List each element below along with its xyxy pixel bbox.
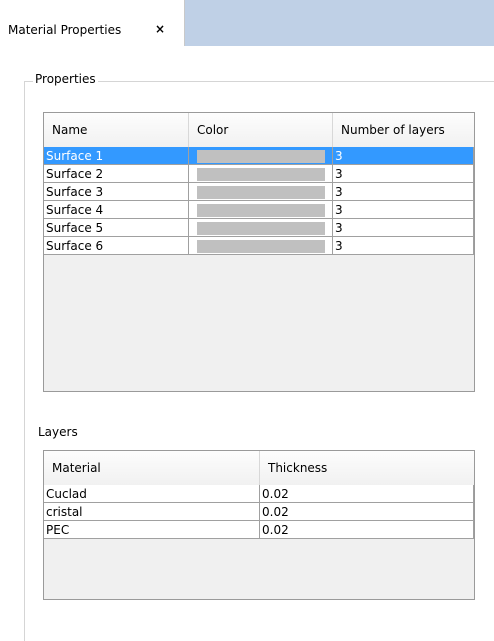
column-header-color[interactable]: Color	[189, 113, 333, 147]
surface-name-cell[interactable]: Surface 6	[44, 237, 189, 255]
table-row[interactable]: PEC 0.02	[44, 521, 474, 539]
material-cell[interactable]: PEC	[44, 521, 260, 539]
surface-color-cell[interactable]	[189, 219, 333, 237]
surface-name-cell[interactable]: Surface 5	[44, 219, 189, 237]
table-row[interactable]: Cuclad 0.02	[44, 485, 474, 503]
column-header-material[interactable]: Material	[44, 451, 260, 485]
properties-table[interactable]: Name Color Number of layers Surface 1 3 Su…	[43, 112, 475, 392]
thickness-cell[interactable]: 0.02	[260, 485, 474, 503]
color-swatch[interactable]	[197, 222, 325, 235]
color-swatch[interactable]	[197, 186, 325, 199]
table-row[interactable]: Surface 5 3	[44, 219, 474, 237]
color-swatch[interactable]	[197, 150, 325, 163]
number-of-layers-cell[interactable]: 3	[333, 183, 474, 201]
layers-section-title: Layers	[38, 425, 78, 439]
number-of-layers-cell[interactable]: 3	[333, 237, 474, 255]
table-row[interactable]: Surface 6 3	[44, 237, 474, 255]
surface-color-cell[interactable]	[189, 147, 333, 165]
thickness-cell[interactable]: 0.02	[260, 521, 474, 539]
color-swatch[interactable]	[197, 168, 325, 181]
color-swatch[interactable]	[197, 204, 325, 217]
thickness-cell[interactable]: 0.02	[260, 503, 474, 521]
tab-strip: Material Properties ×	[0, 0, 494, 46]
material-cell[interactable]: cristal	[44, 503, 260, 521]
table-row[interactable]: Surface 4 3	[44, 201, 474, 219]
surface-color-cell[interactable]	[189, 165, 333, 183]
close-icon[interactable]: ×	[155, 22, 165, 36]
column-header-thickness[interactable]: Thickness	[260, 451, 474, 485]
table-row[interactable]: cristal 0.02	[44, 503, 474, 521]
layers-table[interactable]: Material Thickness Cuclad 0.02 cristal 0.02…	[43, 450, 475, 600]
surface-color-cell[interactable]	[189, 237, 333, 255]
tab-label: Material Properties	[8, 23, 122, 37]
surface-name-cell[interactable]: Surface 2	[44, 165, 189, 183]
table-row[interactable]: Surface 1 3	[44, 147, 474, 165]
table-row[interactable]: Surface 3 3	[44, 183, 474, 201]
number-of-layers-cell[interactable]: 3	[333, 165, 474, 183]
layers-table-header: Material Thickness	[44, 451, 474, 486]
tab-material-properties[interactable]: Material Properties ×	[0, 0, 185, 46]
table-row[interactable]: Surface 2 3	[44, 165, 474, 183]
number-of-layers-cell[interactable]: 3	[333, 147, 474, 165]
color-swatch[interactable]	[197, 240, 325, 253]
material-cell[interactable]: Cuclad	[44, 485, 260, 503]
properties-table-header: Name Color Number of layers	[44, 113, 474, 148]
surface-name-cell[interactable]: Surface 1	[44, 147, 189, 165]
column-header-name[interactable]: Name	[44, 113, 189, 147]
surface-name-cell[interactable]: Surface 3	[44, 183, 189, 201]
number-of-layers-cell[interactable]: 3	[333, 201, 474, 219]
number-of-layers-cell[interactable]: 3	[333, 219, 474, 237]
properties-group-title: Properties	[33, 72, 98, 86]
surface-color-cell[interactable]	[189, 183, 333, 201]
column-header-number-of-layers[interactable]: Number of layers	[333, 113, 474, 147]
surface-name-cell[interactable]: Surface 4	[44, 201, 189, 219]
surface-color-cell[interactable]	[189, 201, 333, 219]
